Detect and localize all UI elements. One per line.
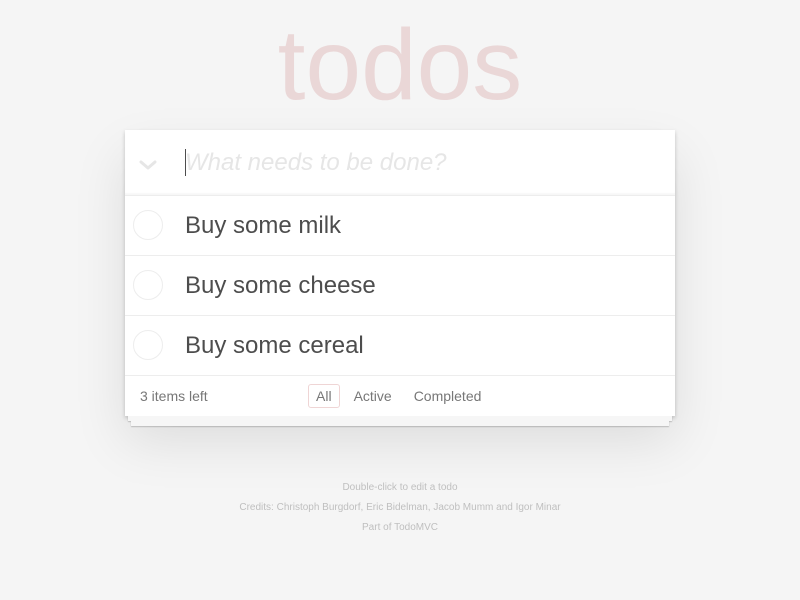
stacked-paper-decoration	[125, 416, 675, 428]
todo-checkbox[interactable]	[133, 210, 163, 240]
filter-all[interactable]: All	[308, 384, 340, 408]
part-of-text: Part of TodoMVC	[362, 522, 438, 533]
todo-footer: 3 items left All Active Completed	[125, 376, 675, 416]
todo-header	[125, 130, 675, 196]
todo-label[interactable]: Buy some milk	[185, 196, 341, 255]
toggle-all-chevron	[139, 160, 157, 170]
edit-hint: Double-click to edit a todo	[342, 482, 458, 493]
todo-checkbox[interactable]	[133, 270, 163, 300]
todo-item[interactable]: Buy some cereal	[125, 316, 675, 376]
filter-completed[interactable]: Completed	[406, 384, 490, 408]
todo-item[interactable]: Buy some milk	[125, 196, 675, 256]
todo-label[interactable]: Buy some cheese	[185, 256, 376, 315]
todo-list: Buy some milk Buy some cheese Buy some c…	[125, 196, 675, 376]
info-footer: Double-click to edit a todo Credits: Chr…	[0, 478, 800, 538]
credits-text: Credits: Christoph Burgdorf, Eric Bidelm…	[239, 502, 561, 513]
app-title: todos	[277, 9, 523, 121]
todo-checkbox[interactable]	[133, 330, 163, 360]
filter-active[interactable]: Active	[346, 384, 400, 408]
new-todo-input[interactable]	[185, 130, 655, 195]
items-left-count: 3 items left	[140, 388, 208, 404]
todo-item[interactable]: Buy some cheese	[125, 256, 675, 316]
filter-tabs: All Active Completed	[305, 384, 492, 408]
text-caret	[185, 149, 186, 176]
todo-label[interactable]: Buy some cereal	[185, 316, 364, 375]
todo-app: Buy some milk Buy some cheese Buy some c…	[125, 130, 675, 426]
chevron-down-icon[interactable]	[133, 146, 163, 180]
